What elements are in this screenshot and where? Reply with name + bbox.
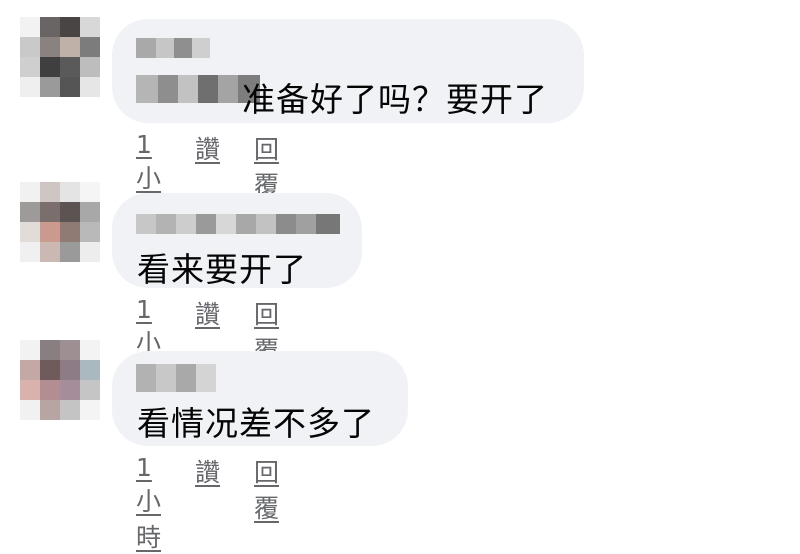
author-name-blurred[interactable] (136, 38, 210, 58)
reply-button[interactable]: 回覆 (254, 453, 279, 554)
avatar[interactable] (20, 17, 100, 97)
comment-text: 看情况差不多了 (137, 404, 375, 443)
like-button[interactable]: 讚 (195, 453, 220, 554)
avatar[interactable] (20, 182, 100, 262)
author-name-blurred[interactable] (136, 214, 340, 234)
timestamp-link[interactable]: 1小時 (136, 453, 161, 554)
comment-text: 看来要开了 (137, 250, 307, 289)
comment-bubble: 准备好了吗？要开了 (112, 19, 584, 123)
comment-bubble: 看情况差不多了 (112, 351, 408, 446)
avatar[interactable] (20, 340, 100, 420)
comment-actions: 1小時 讚 回覆 (136, 453, 279, 554)
comment-text: 准备好了吗？要开了 (242, 80, 548, 119)
comment-bubble: 看来要开了 (112, 193, 362, 289)
author-name-blurred[interactable] (136, 364, 216, 392)
